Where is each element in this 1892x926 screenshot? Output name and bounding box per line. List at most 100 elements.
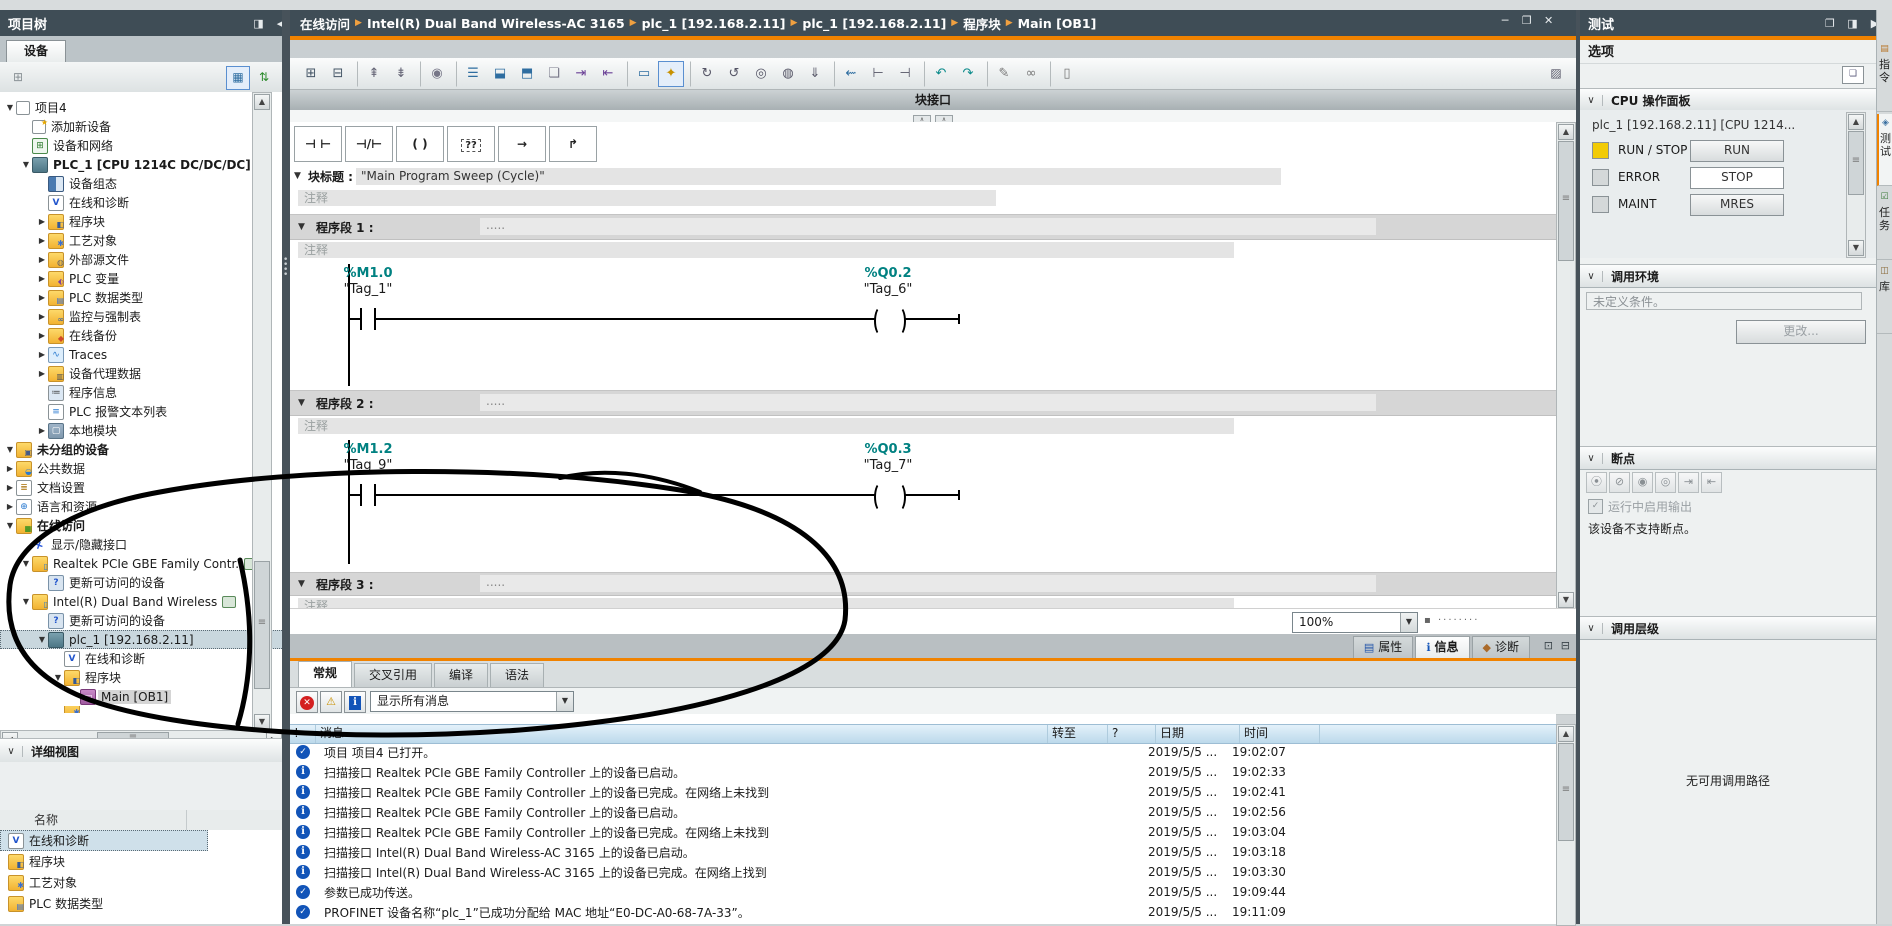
details-view-icon[interactable]: ▦: [226, 66, 250, 90]
collapse-icon[interactable]: ▼: [298, 398, 305, 408]
message-row[interactable]: 参数已成功传送。 2019/5/5 ... 19:09:44: [290, 882, 1556, 902]
breadcrumb-item[interactable]: plc_1 [192.168.2.11]: [802, 16, 946, 31]
message-tab[interactable]: 语法: [490, 663, 544, 687]
toolbar-overflow-icon[interactable]: ▨: [1544, 62, 1568, 86]
block-interface-bar[interactable]: 块接口: [290, 90, 1576, 111]
tree-item[interactable]: ▶ 外部源文件: [0, 250, 282, 269]
tree-item[interactable]: ▶ Traces: [0, 345, 282, 364]
breadcrumb-item[interactable]: Intel(R) Dual Band Wireless-AC 3165: [367, 16, 625, 31]
column-header[interactable]: 转至: [1048, 725, 1108, 743]
column-header[interactable]: !: [290, 725, 316, 743]
palette-item[interactable]: ↱: [549, 126, 597, 162]
expander-icon[interactable]: ▶: [36, 312, 48, 321]
message-tab[interactable]: 编译: [434, 663, 488, 687]
detail-view-header[interactable]: ∨ 详细视图: [0, 738, 282, 764]
detail-view-item[interactable]: 程序块: [0, 851, 282, 872]
cpu-action-button[interactable]: MRES: [1690, 194, 1784, 216]
breadcrumb-item[interactable]: plc_1 [192.168.2.11]: [642, 16, 786, 31]
expander-icon[interactable]: ▶: [36, 331, 48, 340]
breakpoint-icon[interactable]: ⇥: [1678, 472, 1699, 493]
toolbar-icon[interactable]: ✦: [658, 61, 684, 87]
tree-item[interactable]: ▼ 在线访问: [0, 516, 256, 535]
tree-item[interactable]: 显示/隐藏接口: [0, 535, 272, 554]
message-tab[interactable]: 交叉引用: [354, 663, 432, 687]
message-row[interactable]: 项目 项目4 已打开。 2019/5/5 ... 19:02:07: [290, 742, 1556, 762]
expander-icon[interactable]: ▶: [36, 350, 48, 359]
contact-address[interactable]: %M1.2: [344, 442, 393, 457]
filter-info-icon[interactable]: [344, 691, 366, 713]
column-header[interactable]: ?: [1108, 725, 1156, 743]
expander-icon[interactable]: ▼: [4, 521, 16, 530]
detail-view-item[interactable]: 工艺对象: [0, 872, 282, 893]
tree-item[interactable]: ▼ plc_1 [192.168.2.11]: [0, 630, 282, 649]
cpu-action-button[interactable]: RUN: [1690, 140, 1784, 162]
toolbar-icon[interactable]: ◉: [420, 61, 450, 87]
column-header[interactable]: 日期: [1156, 725, 1240, 743]
network-3-header[interactable]: ▼ 程序段 3 : .....: [290, 572, 1556, 596]
collapse-icon[interactable]: ▼: [298, 579, 305, 589]
filter-warnings-icon[interactable]: [320, 691, 342, 713]
coil-symbol[interactable]: [874, 306, 888, 336]
expander-icon[interactable]: ▶: [4, 502, 16, 511]
chevron-down-icon[interactable]: ▼: [556, 692, 573, 711]
message-row[interactable]: 扫描接口 Realtek PCIe GBE Family Controller …: [290, 762, 1556, 782]
tree-item[interactable]: ▼ 未分组的设备: [0, 440, 256, 459]
palette-item[interactable]: →: [498, 126, 546, 162]
auto-collapse-icon[interactable]: ◨: [249, 17, 267, 30]
toolbar-icon[interactable]: ↶: [924, 61, 954, 87]
inspector-tab[interactable]: 信息: [1415, 636, 1469, 658]
network-3-comment-inline[interactable]: .....: [480, 575, 1376, 592]
toolbar-icon[interactable]: ⊢: [865, 61, 891, 87]
breakpoint-icon[interactable]: ◉: [1632, 472, 1653, 493]
message-vertical-scrollbar[interactable]: ▲: [1556, 724, 1576, 926]
breakpoint-icon[interactable]: ⦿: [1586, 472, 1607, 493]
network-1-comment-inline[interactable]: .....: [480, 218, 1376, 235]
breakpoints-header[interactable]: ∨ 断点: [1580, 446, 1876, 470]
detail-view-column-header[interactable]: 名称: [0, 810, 282, 831]
task-card-tab[interactable]: 任务: [1877, 188, 1892, 260]
tree-item[interactable]: [0, 706, 282, 713]
expander-icon[interactable]: ▶: [4, 464, 16, 473]
options-button[interactable]: [1842, 66, 1864, 84]
toolbar-icon[interactable]: ⬓: [487, 61, 513, 87]
tree-item[interactable]: ▶ 在线备份: [0, 326, 282, 345]
breakpoint-icon[interactable]: ⊘: [1609, 472, 1630, 493]
expander-icon[interactable]: ▼: [4, 103, 16, 112]
toolbar-icon[interactable]: ☰: [456, 61, 486, 87]
palette-item[interactable]: ⊣ ⊢: [294, 126, 342, 162]
toolbar-icon[interactable]: ▯: [1050, 61, 1080, 87]
toolbar-icon[interactable]: ◍: [775, 61, 801, 87]
palette-item[interactable]: ( ): [396, 126, 444, 162]
task-card-tab[interactable]: 指令: [1877, 40, 1892, 112]
network-1-comment[interactable]: 注释: [298, 242, 1234, 258]
toolbar-icon[interactable]: ⊟: [325, 61, 351, 87]
refresh-save-icon[interactable]: ⇅: [252, 66, 276, 90]
tree-item[interactable]: 设备组态: [0, 174, 282, 193]
breadcrumb-item[interactable]: Main [OB1]: [1018, 16, 1097, 31]
coil-tag[interactable]: "Tag_7": [864, 458, 913, 473]
chevron-down-icon[interactable]: ∨: [0, 746, 23, 757]
collapse-icon[interactable]: ▼: [294, 171, 301, 181]
call-hierarchy-header[interactable]: ∨ 调用层级: [1580, 616, 1876, 640]
tree-item[interactable]: 在线和诊断: [0, 193, 282, 212]
tree-item[interactable]: 更新可访问的设备: [0, 611, 282, 630]
collapse-icon[interactable]: ▼: [298, 222, 305, 232]
tree-item[interactable]: ▶ 语言和资源: [0, 497, 256, 516]
cpu-action-button[interactable]: STOP: [1690, 167, 1784, 189]
column-header[interactable]: 消息: [316, 725, 1048, 743]
toolbar-icon[interactable]: ⊞: [298, 61, 324, 87]
network-1-header[interactable]: ▼ 程序段 1 : .....: [290, 214, 1556, 240]
breadcrumb-item[interactable]: 程序块: [963, 14, 1001, 33]
task-card-tab[interactable]: 测试: [1877, 114, 1892, 186]
zoom-slider[interactable]: [1424, 615, 1479, 626]
palette-item[interactable]: ⊣/⊢: [345, 126, 393, 162]
expander-icon[interactable]: ▼: [20, 559, 32, 568]
message-filter-select[interactable]: 显示所有消息 ▼: [370, 691, 574, 712]
tree-item[interactable]: ▼ 程序块: [0, 668, 282, 687]
ladder-vertical-scrollbar[interactable]: ▲ ▼: [1556, 122, 1576, 610]
detail-view-item[interactable]: 在线和诊断: [0, 830, 208, 851]
left-splitter[interactable]: ••••: [282, 10, 290, 924]
expander-icon[interactable]: ▶: [36, 217, 48, 226]
tree-item[interactable]: 在线和诊断: [0, 649, 282, 668]
cpu-panel-scrollbar[interactable]: ▲ ▼: [1846, 112, 1866, 258]
